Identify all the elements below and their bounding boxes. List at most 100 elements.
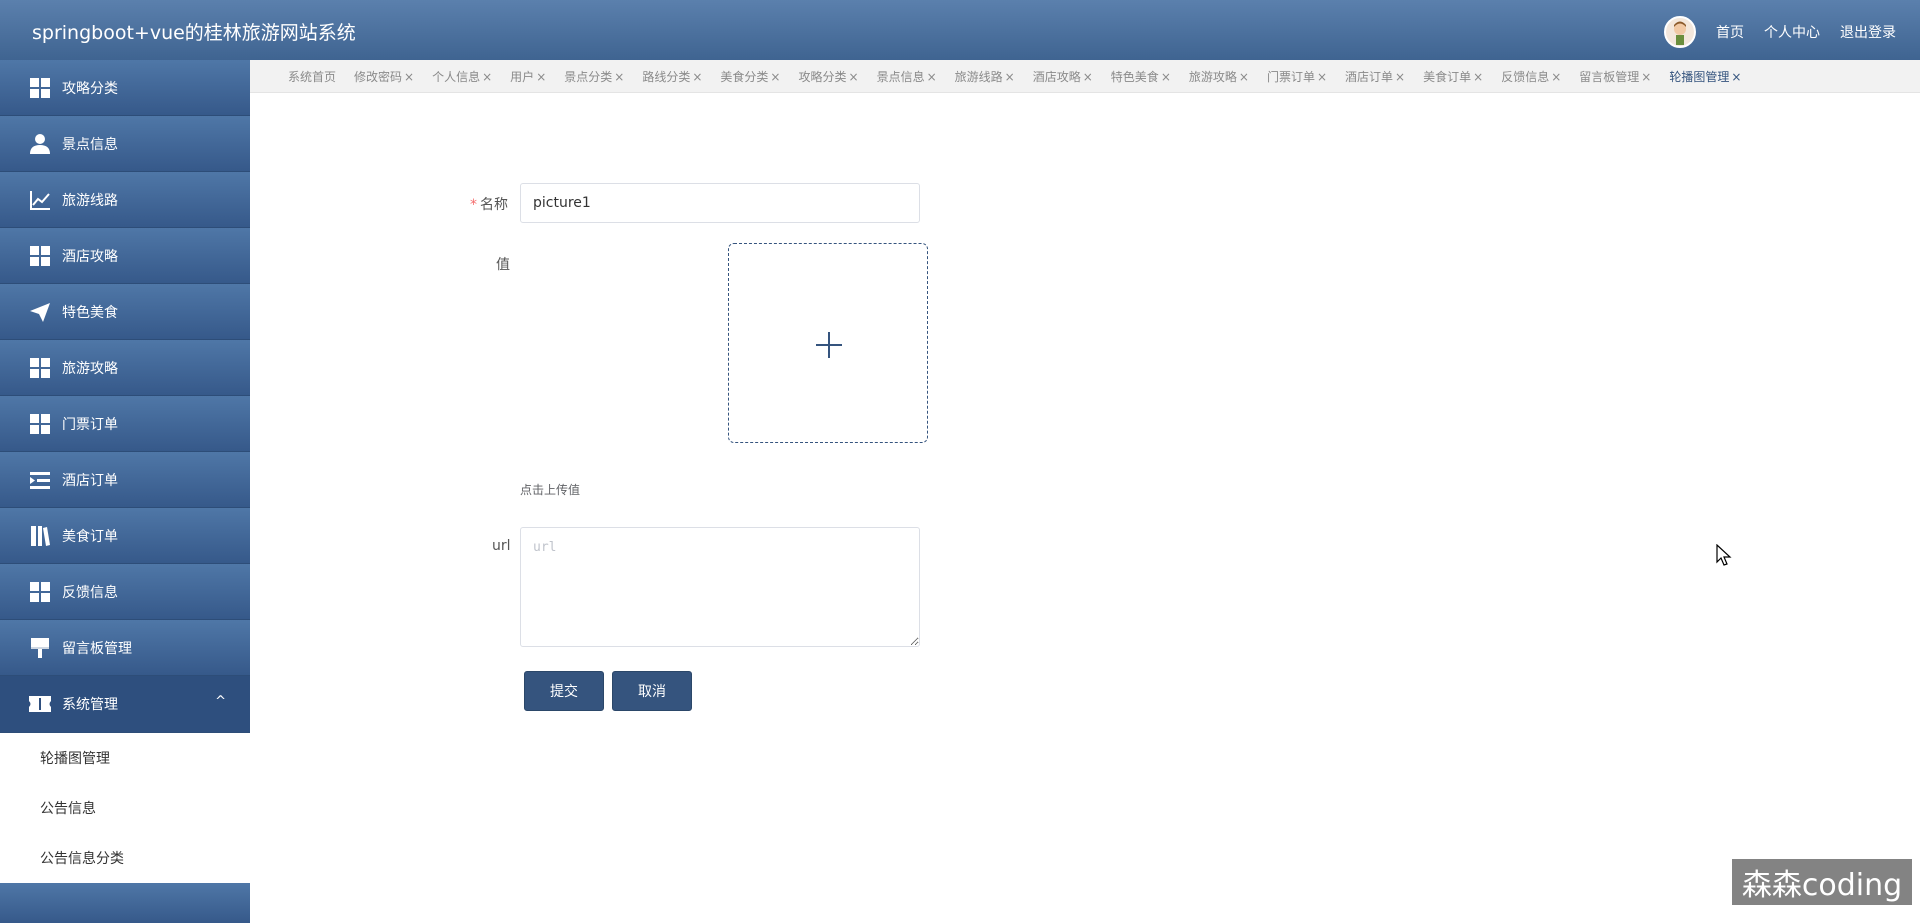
sidebar-item-ticket-orders[interactable]: 门票订单 xyxy=(0,396,250,452)
tab-item[interactable]: 修改密码 × xyxy=(354,68,414,85)
sidebar-subitem-announcement-category[interactable]: 公告信息分类 xyxy=(0,833,250,883)
brush-icon xyxy=(28,636,52,660)
tab-item[interactable]: 轮播图管理 × xyxy=(1669,68,1741,85)
sidebar-item-attractions[interactable]: 景点信息 xyxy=(0,116,250,172)
carousel-edit-form: *名称 值 点击上传值 url 提交 取消 xyxy=(250,93,1920,916)
close-icon[interactable]: × xyxy=(1473,70,1483,84)
close-icon[interactable]: × xyxy=(849,70,859,84)
sidebar-item-message-board[interactable]: 留言板管理 xyxy=(0,620,250,676)
mouse-cursor-icon xyxy=(1716,544,1732,566)
grid-icon xyxy=(28,76,52,100)
tab-item[interactable]: 攻略分类 × xyxy=(798,68,858,85)
tab-label: 留言板管理 xyxy=(1579,69,1640,84)
name-label: * 名称 xyxy=(470,194,508,214)
close-icon[interactable]: × xyxy=(1083,70,1093,84)
close-icon[interactable]: × xyxy=(614,70,624,84)
tab-label: 旅游线路 xyxy=(954,69,1003,84)
sidebar-subitem-announcements[interactable]: 公告信息 xyxy=(0,783,250,833)
close-icon[interactable]: × xyxy=(1161,70,1171,84)
tab-item[interactable]: 个人信息 × xyxy=(432,68,492,85)
tab-label: 特色美食 xyxy=(1110,69,1159,84)
url-textarea[interactable] xyxy=(520,527,920,647)
tab-label: 酒店攻略 xyxy=(1032,69,1081,84)
tab-label: 美食分类 xyxy=(720,69,769,84)
tab-item[interactable]: 美食分类 × xyxy=(720,68,780,85)
close-icon[interactable]: × xyxy=(692,70,702,84)
tab-item[interactable]: 景点分类 × xyxy=(564,68,624,85)
tab-bar: 系统首页 修改密码 × 个人信息 × 用户 × 景点分类 × 路线分类 × 美食分类 × 攻略分类 × 景点信… xyxy=(250,60,1920,93)
app-title: springboot+vue的桂林旅游网站系统 xyxy=(32,22,356,44)
close-icon[interactable]: × xyxy=(404,70,414,84)
close-icon[interactable]: × xyxy=(1551,70,1561,84)
sidebar-item-feedback[interactable]: 反馈信息 xyxy=(0,564,250,620)
sidebar-item-hotel-orders[interactable]: 酒店订单 xyxy=(0,452,250,508)
tab-item[interactable]: 特色美食 × xyxy=(1111,68,1171,85)
tab-item[interactable]: 景点信息 × xyxy=(877,68,937,85)
sidebar-group-system-management[interactable]: 系统管理 ^ xyxy=(0,676,250,733)
tab-label: 轮播图管理 xyxy=(1669,69,1730,84)
sidebar-item-label: 酒店攻略 xyxy=(62,248,118,265)
tab-item[interactable]: 门票订单 × xyxy=(1267,68,1327,85)
image-upload-box[interactable] xyxy=(728,243,928,443)
close-icon[interactable]: × xyxy=(1317,70,1327,84)
chevron-up-icon: ^ xyxy=(215,694,226,709)
sidebar-item-travel-guide[interactable]: 旅游攻略 xyxy=(0,340,250,396)
tab-label: 美食订单 xyxy=(1423,69,1472,84)
tab-label: 修改密码 xyxy=(354,69,403,84)
sidebar-item-label: 留言板管理 xyxy=(62,640,132,657)
sidebar-subitem-carousel[interactable]: 轮播图管理 xyxy=(0,733,250,783)
upload-hint: 点击上传值 xyxy=(520,483,581,497)
cancel-button[interactable]: 取消 xyxy=(612,671,692,711)
tab-label: 反馈信息 xyxy=(1501,69,1550,84)
tab-item[interactable]: 美食订单 × xyxy=(1423,68,1483,85)
watermark: 森森coding xyxy=(1732,859,1912,905)
tab-item[interactable]: 反馈信息 × xyxy=(1501,68,1561,85)
close-icon[interactable]: × xyxy=(927,70,937,84)
tab-item[interactable]: 用户 × xyxy=(510,68,546,85)
tab-item[interactable]: 留言板管理 × xyxy=(1579,68,1651,85)
url-label: url xyxy=(492,538,511,554)
submit-button[interactable]: 提交 xyxy=(524,671,604,711)
name-label-text: 名称 xyxy=(480,197,508,213)
grid-icon xyxy=(28,412,52,436)
required-mark: * xyxy=(470,197,477,213)
tab-label: 系统首页 xyxy=(288,69,337,84)
grid-icon xyxy=(28,356,52,380)
sidebar-item-local-food[interactable]: 特色美食 xyxy=(0,284,250,340)
close-icon[interactable]: × xyxy=(482,70,492,84)
sidebar-item-label: 特色美食 xyxy=(62,304,118,321)
logout-link[interactable]: 退出登录 xyxy=(1840,22,1896,42)
close-icon[interactable]: × xyxy=(1239,70,1249,84)
value-label: 值 xyxy=(496,257,510,273)
close-icon[interactable]: × xyxy=(536,70,546,84)
close-icon[interactable]: × xyxy=(1641,70,1651,84)
header-actions: 首页 个人中心 退出登录 xyxy=(1664,16,1896,48)
user-icon xyxy=(28,132,52,156)
home-link[interactable]: 首页 xyxy=(1716,22,1744,42)
sidebar-item-hotel-guide[interactable]: 酒店攻略 xyxy=(0,228,250,284)
sidebar-item-guide-category[interactable]: 攻略分类 xyxy=(0,60,250,116)
tab-item[interactable]: 系统首页 xyxy=(288,68,336,85)
chart-line-icon xyxy=(28,188,52,212)
personal-center-link[interactable]: 个人中心 xyxy=(1764,22,1820,42)
tab-item[interactable]: 旅游线路 × xyxy=(955,68,1015,85)
close-icon[interactable]: × xyxy=(1395,70,1405,84)
close-icon[interactable]: × xyxy=(1005,70,1015,84)
tab-item[interactable]: 旅游攻略 × xyxy=(1189,68,1249,85)
book-icon xyxy=(28,524,52,548)
tab-item[interactable]: 酒店订单 × xyxy=(1345,68,1405,85)
sidebar-item-label: 旅游攻略 xyxy=(62,360,118,377)
close-icon[interactable]: × xyxy=(1731,70,1741,84)
sidebar-item-routes[interactable]: 旅游线路 xyxy=(0,172,250,228)
name-input[interactable] xyxy=(520,183,920,223)
close-icon[interactable]: × xyxy=(770,70,780,84)
sidebar-item-food-orders[interactable]: 美食订单 xyxy=(0,508,250,564)
tab-item[interactable]: 酒店攻略 × xyxy=(1033,68,1093,85)
avatar[interactable] xyxy=(1664,16,1696,48)
sidebar: 攻略分类 景点信息 旅游线路 酒店攻略 特色美食 旅游攻略 门票订单 酒店订单 … xyxy=(0,60,250,923)
tab-label: 用户 xyxy=(510,69,535,84)
tab-item[interactable]: 路线分类 × xyxy=(642,68,702,85)
sidebar-item-label: 景点信息 xyxy=(62,136,118,153)
plus-icon-vertical xyxy=(828,332,830,358)
tab-label: 个人信息 xyxy=(432,69,481,84)
